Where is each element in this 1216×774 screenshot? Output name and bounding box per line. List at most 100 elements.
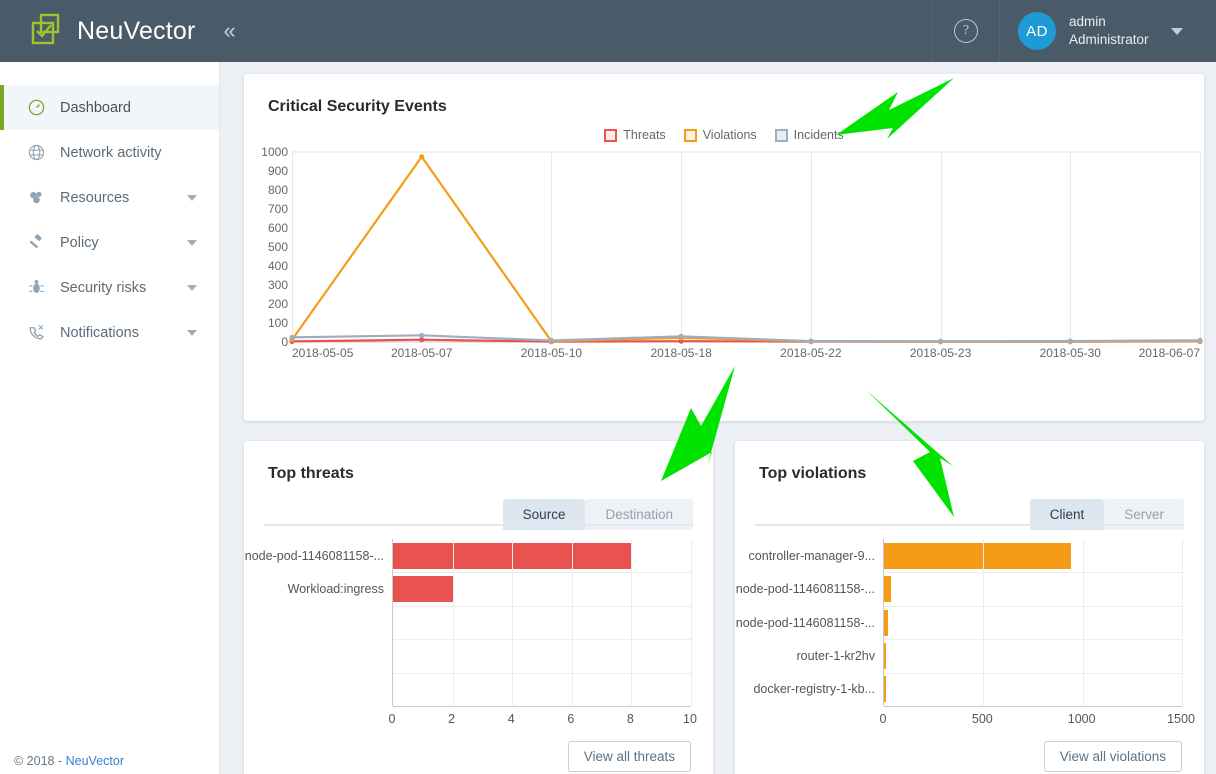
help-button[interactable]: ? [933,0,999,62]
x-tick-label: 0 [389,712,396,726]
chevron-down-icon[interactable] [187,240,197,246]
divider [264,524,693,526]
gridline [884,572,1182,573]
bar[interactable] [884,576,891,602]
sidebar-item-policy[interactable]: Policy [0,220,219,265]
bottom-card-row: Top threats SourceDestination node-pod-1… [244,441,1204,774]
x-axis-labels: 2018-05-052018-05-072018-05-102018-05-18… [292,346,1194,366]
x-tick-label: 1500 [1167,712,1195,726]
top-violations-card: Top violations ClientServer controller-m… [735,441,1204,774]
bar-category-label: router-1-kr2hv [797,649,876,663]
user-name: admin [1069,13,1149,31]
gridline [1083,539,1084,706]
axis-line [884,706,1182,707]
sidebar-item-resources[interactable]: Resources [0,175,219,220]
view-all-threats-button[interactable]: View all threats [568,741,691,772]
chevron-down-icon[interactable] [187,330,197,336]
sidebar-item-network-activity[interactable]: Network activity [0,130,219,175]
sidebar-collapse-button[interactable]: « [224,20,236,42]
gridline [1182,539,1183,706]
legend-swatch-icon [775,129,788,142]
gridline [884,639,1182,640]
y-tick-label: 1000 [261,145,288,159]
x-tick-label: 10 [683,712,697,726]
chevron-down-icon[interactable] [187,285,197,291]
bar-category-label: node-pod-1146081158-... [736,616,875,630]
chevron-down-icon[interactable] [187,195,197,201]
chart-legend: Threats Violations Incidents [244,128,1204,142]
gridline [393,639,691,640]
top-navigation-bar: NeuVector « ? AD admin Administrator [0,0,1216,62]
sidebar: Dashboard Network activity Resources Policy… [0,62,220,774]
bar-plot-area [392,539,691,706]
y-tick-label: 800 [268,183,288,197]
help-icon: ? [954,19,978,43]
x-tick-label: 0 [880,712,887,726]
legend-item-violations[interactable]: Violations [684,128,757,142]
gridline [512,539,513,706]
y-tick-label: 400 [268,259,288,273]
user-menu[interactable]: AD admin Administrator [1000,0,1216,62]
x-axis-labels: 0246810 [392,708,691,730]
gridline [631,539,632,706]
sidebar-item-label: Resources [60,190,187,206]
axis-line [393,706,691,707]
sidebar-item-label: Dashboard [60,100,219,116]
bar[interactable] [884,676,886,702]
bar-category-label: Workload:ingress [288,582,384,596]
x-tick-label: 2018-05-07 [391,346,452,360]
category-labels: node-pod-1146081158-... Workload:ingress [244,539,392,706]
view-all-violations-button[interactable]: View all violations [1044,741,1182,772]
globe-icon [26,143,46,163]
sidebar-item-label: Policy [60,235,187,251]
x-tick-label: 2018-05-05 [292,346,353,360]
x-axis-labels: 050010001500 [883,708,1182,730]
x-tick-label: 4 [508,712,515,726]
bar[interactable] [884,543,1071,569]
bar-category-label: node-pod-1146081158-... [245,549,384,563]
sidebar-item-dashboard[interactable]: Dashboard [0,85,219,130]
x-tick-label: 2018-05-10 [521,346,582,360]
y-axis-labels: 01002003004005006007008009001000 [244,152,292,342]
footer-link[interactable]: NeuVector [66,754,124,768]
sidebar-item-notifications[interactable]: Notifications [0,310,219,355]
sidebar-item-label: Notifications [60,325,187,341]
bar[interactable] [884,610,888,636]
bug-icon [26,278,46,298]
x-tick-label: 2018-05-30 [1040,346,1101,360]
x-tick-label: 2 [448,712,455,726]
neuvector-logo-icon [28,13,68,49]
critical-security-events-card: Critical Security Events ThreatsViolatio… [244,74,1204,421]
y-tick-label: 600 [268,221,288,235]
sidebar-item-security-risks[interactable]: Security risks [0,265,219,310]
gridline [393,673,691,674]
chevron-down-icon[interactable] [1171,28,1183,35]
gridline [884,673,1182,674]
legend-item-threats[interactable]: Threats [604,128,665,142]
y-tick-label: 700 [268,202,288,216]
divider [755,524,1184,526]
footer-copyright: © 2018 - [14,754,66,768]
gridline [1200,152,1201,342]
sidebar-item-label: Network activity [60,145,219,161]
user-role: Administrator [1069,31,1149,49]
x-tick-label: 1000 [1068,712,1096,726]
x-tick-label: 2018-06-07 [1139,346,1200,360]
bar[interactable] [393,576,453,602]
bar-category-label: controller-manager-9... [749,549,875,563]
y-tick-label: 500 [268,240,288,254]
top-threats-bar-chart: node-pod-1146081158-...Workload:ingress … [244,539,713,730]
x-tick-label: 8 [627,712,634,726]
gauge-icon [26,98,46,118]
gridline [884,606,1182,607]
x-tick-label: 2018-05-23 [910,346,971,360]
legend-item-incidents[interactable]: Incidents [775,128,844,142]
y-tick-label: 100 [268,316,288,330]
x-tick-label: 6 [567,712,574,726]
gavel-icon [26,233,46,253]
legend-label: Incidents [794,128,844,142]
brand[interactable]: NeuVector [0,13,196,49]
y-tick-label: 900 [268,164,288,178]
bar-category-label: node-pod-1146081158-... [736,582,875,596]
bar[interactable] [884,643,886,669]
